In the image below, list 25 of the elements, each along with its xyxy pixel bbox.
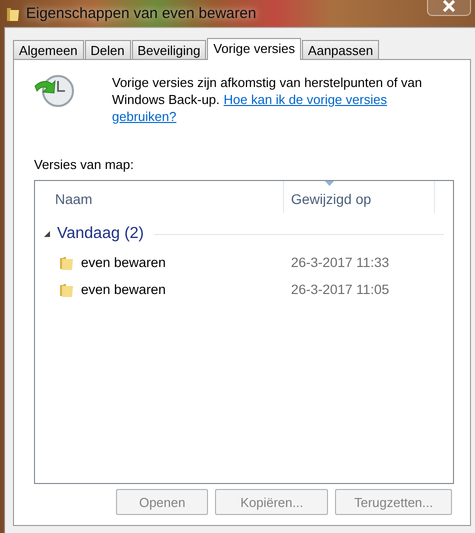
modified-date: 26-3-2017 11:33 <box>291 255 390 270</box>
tab[interactable]: Aanpassen <box>302 40 380 59</box>
tab[interactable]: Algemeen <box>13 40 84 59</box>
info-text: Windows Back-up. <box>112 91 220 108</box>
help-link[interactable]: gebruiken? <box>112 109 176 124</box>
tab[interactable]: Delen <box>84 40 131 59</box>
help-link[interactable]: Hoe kan ik de vorige versies <box>224 91 387 108</box>
modified-date: 26-3-2017 11:05 <box>291 282 390 297</box>
group-header[interactable]: Vandaag (2) <box>57 225 144 243</box>
window-title: Eigenschappen van even bewaren <box>26 5 256 22</box>
collapse-arrow-icon[interactable] <box>43 230 51 238</box>
file-name[interactable]: even bewaren <box>81 282 166 297</box>
info-text: Vorige versies zijn afkomstig van herstelpunten of van <box>112 75 422 90</box>
file-name[interactable]: even bewaren <box>81 255 166 270</box>
close-icon <box>442 0 456 12</box>
sort-arrow-icon <box>325 181 334 186</box>
clock-icon <box>34 74 74 110</box>
folder-icon <box>6 6 20 22</box>
folder-icon <box>59 254 75 270</box>
versions-label: Versies van map: <box>34 157 135 172</box>
close-button[interactable] <box>427 0 471 16</box>
folder-icon <box>59 282 75 298</box>
tab[interactable]: Beveiliging <box>132 40 206 59</box>
column-header[interactable]: Naam <box>35 181 283 213</box>
tab[interactable]: Vorige versies <box>207 38 302 60</box>
